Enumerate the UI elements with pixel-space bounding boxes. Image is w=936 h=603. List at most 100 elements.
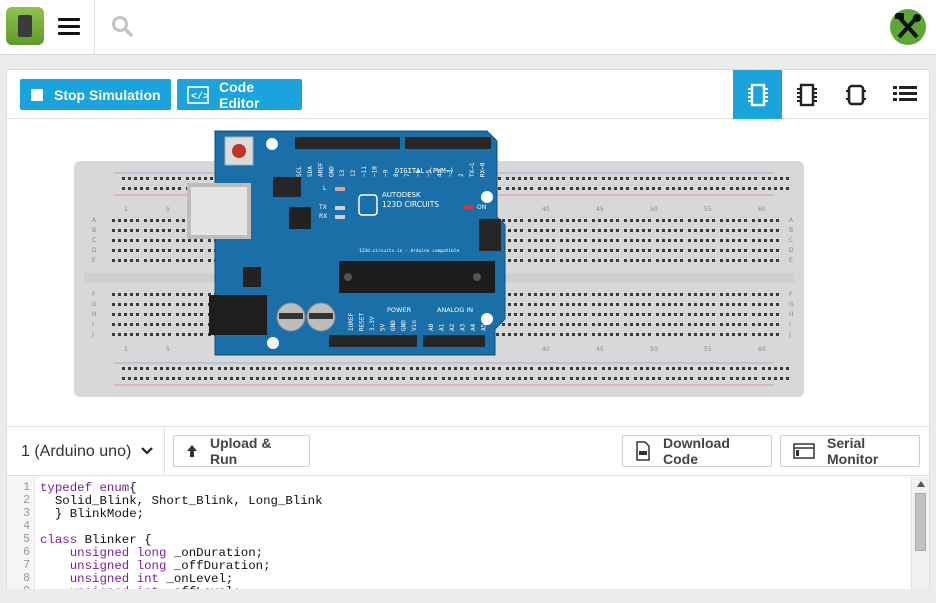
tab-pcb-view[interactable] — [831, 70, 880, 119]
column-number: 55 — [704, 346, 712, 353]
tab-schematic-view[interactable] — [782, 70, 831, 119]
column-number: 1 — [124, 206, 128, 213]
row-letter: J — [91, 331, 94, 338]
code-line[interactable]: unsigned long _onDuration; — [40, 546, 263, 560]
on-label: ON — [477, 204, 486, 211]
pin-label: AREF — [318, 162, 325, 177]
pin-label: GND — [390, 320, 397, 331]
top-bar — [0, 0, 936, 55]
download-code-button[interactable]: Download Code — [622, 435, 772, 467]
code-editor-label: Code Editor — [219, 78, 260, 111]
tools-avatar-icon[interactable] — [890, 9, 926, 45]
line-number: 8 — [23, 572, 30, 585]
row-letter: G — [789, 301, 794, 308]
column-number: 5 — [166, 206, 170, 213]
row-letter: D — [92, 247, 97, 254]
board-select-value: 1 (Arduino uno) — [21, 442, 132, 460]
row-letter: E — [789, 257, 793, 264]
code-line[interactable]: typedef enum{ — [40, 481, 137, 495]
stop-simulation-button[interactable]: Stop Simulation — [20, 79, 171, 110]
divider — [94, 0, 95, 55]
pin-label: RX←0 — [480, 162, 487, 177]
line-number: 1 — [23, 481, 30, 494]
pin-label: 5V — [380, 323, 387, 331]
scroll-up-icon[interactable] — [916, 480, 926, 488]
hamburger-icon[interactable] — [58, 18, 80, 36]
toolbar: Stop Simulation </> Code Editor — [7, 70, 929, 119]
pin-label: 3.3V — [369, 316, 376, 331]
code-editor[interactable]: 123456789 typedef enum{ Solid_Blink, Sho… — [7, 477, 929, 589]
power-label: POWER — [387, 306, 412, 314]
row-letter: A — [789, 217, 794, 224]
column-number: 40 — [542, 206, 550, 213]
line-number: 9 — [23, 585, 30, 589]
row-letter: D — [789, 247, 794, 254]
line-number: 2 — [23, 494, 30, 507]
simulator-panel: Stop Simulation </> Code Editor AABBCCDD… — [6, 69, 930, 589]
line-number: 5 — [23, 533, 30, 546]
row-letter: B — [92, 227, 96, 234]
download-code-label: Download Code — [663, 435, 730, 467]
pin-label: RESET — [359, 313, 366, 331]
pin-label: A0 — [428, 323, 435, 331]
pin-label: 2 — [458, 173, 465, 177]
code-toolbar: 1 (Arduino uno) Upload & Run Download Co… — [7, 426, 929, 476]
pin-label: ~5 — [426, 169, 433, 177]
column-number: 45 — [596, 206, 604, 213]
serial-monitor-button[interactable]: Serial Monitor — [780, 435, 920, 467]
column-number: 1 — [124, 346, 128, 353]
column-number: 5 — [166, 346, 170, 353]
row-letter: F — [92, 291, 96, 298]
code-line[interactable]: unsigned int _onLevel; — [40, 572, 234, 586]
svg-text:</>: </> — [191, 91, 209, 103]
row-letter: H — [92, 311, 97, 318]
search-icon[interactable] — [110, 14, 134, 38]
code-scrollbar[interactable] — [911, 477, 929, 589]
line-gutter: 123456789 — [7, 477, 35, 589]
pin-label: ~3 — [447, 169, 454, 177]
row-letter: E — [92, 257, 96, 264]
row-letter: C — [789, 237, 793, 244]
pin-label: A1 — [439, 323, 446, 331]
circuit-canvas[interactable]: A A B B C C D D E E F F G G H H I I J J 1 1 5 5 40 40 45 45 50 50 55 55… — [7, 119, 929, 426]
arduino-uno-board[interactable]: DIGITAL (PWM~) AUTODESK 123D CIRCUITS ON… — [187, 129, 517, 359]
upload-arrow-icon — [186, 444, 198, 458]
code-line[interactable]: unsigned long _offDuration; — [40, 559, 271, 573]
product-label: 123D CIRCUITS — [382, 200, 439, 209]
analog-label: ANALOG IN — [437, 306, 473, 314]
pin-label: 8 — [393, 173, 400, 177]
chevron-down-icon — [141, 447, 153, 455]
column-number: 45 — [596, 346, 604, 353]
pin-label: 12 — [350, 169, 357, 177]
column-number: 60 — [758, 346, 766, 353]
pin-label: ~9 — [382, 169, 389, 177]
pin-label: Vin — [411, 320, 418, 331]
tab-components-list[interactable] — [880, 70, 929, 119]
pin-label: A3 — [460, 323, 467, 331]
row-letter: B — [789, 227, 793, 234]
tx-label: TX — [318, 204, 327, 211]
code-line[interactable]: } BlinkMode; — [40, 507, 144, 521]
board-select[interactable]: 1 (Arduino uno) — [7, 427, 165, 476]
list-icon — [892, 85, 917, 101]
code-editor-button[interactable]: </> Code Editor — [177, 78, 302, 111]
row-letter: J — [788, 331, 791, 338]
chip-icon[interactable] — [6, 7, 44, 45]
column-number: 50 — [650, 206, 658, 213]
upload-run-button[interactable]: Upload & Run — [173, 435, 310, 467]
pin-label: 13 — [339, 169, 346, 177]
breadboard-chip-icon — [747, 83, 768, 106]
pin-label: 7 — [404, 173, 411, 177]
code-line[interactable]: class Blinker { — [40, 533, 152, 547]
scrollbar-thumb[interactable] — [915, 493, 926, 551]
pin-label: TX→1 — [469, 162, 476, 177]
pin-label: ~6 — [415, 169, 422, 177]
code-line[interactable]: unsigned int _offLevel; — [40, 585, 241, 589]
row-letter: C — [92, 237, 96, 244]
stop-icon — [30, 88, 44, 102]
view-tabs — [733, 70, 929, 119]
code-line[interactable]: Solid_Blink, Short_Blink, Long_Blink — [40, 494, 323, 508]
row-letter: I — [92, 321, 94, 328]
column-number: 55 — [704, 206, 712, 213]
tab-breadboard-view[interactable] — [733, 70, 782, 119]
